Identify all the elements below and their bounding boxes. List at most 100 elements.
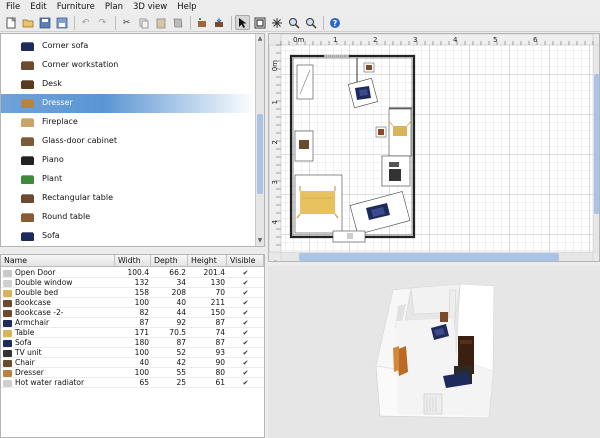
catalog-item[interactable]: Round table <box>1 208 256 227</box>
catalog-item[interactable]: Sofa <box>1 227 256 246</box>
paste-icon[interactable] <box>153 15 168 30</box>
cell-width: 65 <box>139 378 149 387</box>
visible-checkbox[interactable]: ✔ <box>243 308 249 318</box>
visible-checkbox[interactable]: ✔ <box>243 328 249 338</box>
chair-item-small[interactable] <box>375 126 387 138</box>
undo-icon[interactable]: ↶ <box>78 15 93 30</box>
column-visible[interactable]: Visible <box>227 255 264 267</box>
catalog-item[interactable]: Corner workstation <box>1 56 256 75</box>
pan-mode-icon[interactable] <box>252 15 267 30</box>
catalog-item[interactable]: Desk <box>1 75 256 94</box>
tv-unit-item[interactable] <box>381 155 411 187</box>
cell-height: 150 <box>210 308 225 317</box>
chair-item[interactable] <box>363 62 375 73</box>
menu-edit[interactable]: Edit <box>25 0 51 14</box>
column-width[interactable]: Width <box>115 255 151 267</box>
table-row[interactable]: Chair 40 42 90 ✔ <box>1 358 264 368</box>
plan-vscroll-thumb[interactable] <box>594 74 600 214</box>
catalog-item[interactable]: Corner sofa <box>1 37 256 56</box>
catalog-scroll-thumb[interactable] <box>257 114 263 194</box>
column-depth[interactable]: Depth <box>151 255 188 267</box>
visible-checkbox[interactable]: ✔ <box>243 348 249 358</box>
furniture-thumbnail-icon <box>3 369 12 377</box>
catalog-item[interactable]: Glass-door cabinet <box>1 132 256 151</box>
create-walls-icon[interactable] <box>269 15 284 30</box>
table-row[interactable]: TV unit 100 52 93 ✔ <box>1 348 264 358</box>
redo-icon[interactable]: ↷ <box>95 15 110 30</box>
delete-icon[interactable] <box>170 15 185 30</box>
table-row[interactable]: Table 171 70.5 74 ✔ <box>1 328 264 338</box>
3d-view-canvas[interactable] <box>268 266 600 438</box>
catalog-item[interactable]: Piano <box>1 151 256 170</box>
help-icon[interactable]: ? <box>327 15 342 30</box>
menu-help[interactable]: Help <box>172 0 201 14</box>
catalog-item[interactable]: Dresser <box>1 94 256 113</box>
plan-hscroll-thumb[interactable] <box>299 253 559 261</box>
double-bed-item[interactable] <box>294 174 343 234</box>
column-height[interactable]: Height <box>188 255 227 267</box>
scroll-up-icon[interactable]: ▲ <box>256 35 264 43</box>
zoom-in-icon[interactable] <box>286 15 301 30</box>
hot-water-radiator-item[interactable] <box>332 230 366 243</box>
bookcase-item[interactable] <box>294 130 314 162</box>
visible-checkbox[interactable]: ✔ <box>243 368 249 378</box>
table-row[interactable]: Sofa 180 87 87 ✔ <box>1 338 264 348</box>
table-row[interactable]: Hot water radiator 65 25 61 ✔ <box>1 378 264 388</box>
table-item[interactable] <box>388 108 412 157</box>
visible-checkbox[interactable]: ✔ <box>243 338 249 348</box>
furniture-thumbnail-icon <box>3 279 12 287</box>
cell-visible: ✔ <box>227 318 264 328</box>
save-icon[interactable] <box>37 15 52 30</box>
visible-checkbox[interactable]: ✔ <box>243 288 249 298</box>
table-row[interactable]: Bookcase 100 40 211 ✔ <box>1 298 264 308</box>
menu-furniture[interactable]: Furniture <box>52 0 100 14</box>
table-row[interactable]: Open Door 100.4 66.2 201.4 ✔ <box>1 268 264 278</box>
table-row[interactable]: Double window 132 34 130 ✔ <box>1 278 264 288</box>
catalog-item[interactable]: Square coffee table <box>1 246 256 247</box>
table-row[interactable]: Bookcase -2- 82 44 150 ✔ <box>1 308 264 318</box>
cell-name-text: Bookcase -2- <box>15 308 64 317</box>
menu-3d-view[interactable]: 3D view <box>128 0 172 14</box>
zoom-out-icon[interactable] <box>303 15 318 30</box>
catalog-item[interactable]: Plant <box>1 170 256 189</box>
visible-checkbox[interactable]: ✔ <box>243 378 249 388</box>
import-furniture-icon[interactable] <box>211 15 226 30</box>
save-as-icon[interactable] <box>54 15 69 30</box>
select-mode-icon[interactable] <box>235 15 250 30</box>
toolbar-separator <box>190 15 191 30</box>
catalog-scrollbar[interactable]: ▲ ▼ <box>255 34 264 246</box>
cell-visible: ✔ <box>227 268 264 278</box>
cell-height: 61 <box>215 378 225 387</box>
open-icon[interactable] <box>20 15 35 30</box>
furniture-catalog-tree[interactable]: Corner sofa Corner workstation Desk Dresser… <box>0 33 265 247</box>
visible-checkbox[interactable]: ✔ <box>243 278 249 288</box>
new-home-icon[interactable] <box>3 15 18 30</box>
visible-checkbox[interactable]: ✔ <box>243 358 249 368</box>
catalog-item-label: Piano <box>42 155 64 164</box>
cell-depth: 208 <box>171 288 186 297</box>
3d-chair <box>440 312 448 322</box>
menu-file[interactable]: File <box>0 0 25 14</box>
cut-icon[interactable]: ✂ <box>119 15 134 30</box>
table-row[interactable]: Double bed 158 208 70 ✔ <box>1 288 264 298</box>
open-door-item[interactable] <box>296 64 314 100</box>
cell-depth: 66.2 <box>169 268 186 277</box>
menu-plan[interactable]: Plan <box>100 0 128 14</box>
ruler-top-label: 3 <box>413 36 417 44</box>
visible-checkbox[interactable]: ✔ <box>243 268 249 278</box>
copy-icon[interactable] <box>136 15 151 30</box>
3d-view[interactable] <box>268 266 600 438</box>
table-row[interactable]: Dresser 100 55 80 ✔ <box>1 368 264 378</box>
catalog-item[interactable]: Rectangular table <box>1 189 256 208</box>
plan-view[interactable]: 0m123456 0m123456 <box>268 33 600 262</box>
column-name[interactable]: Name <box>1 255 115 267</box>
visible-checkbox[interactable]: ✔ <box>243 318 249 328</box>
add-furniture-icon[interactable] <box>194 15 209 30</box>
scroll-down-icon[interactable]: ▼ <box>256 237 264 245</box>
table-row[interactable]: Armchair 87 92 87 ✔ <box>1 318 264 328</box>
visible-checkbox[interactable]: ✔ <box>243 298 249 308</box>
catalog-item[interactable]: Fireplace <box>1 113 256 132</box>
home-furniture-table[interactable]: Name Width Depth Height Visible Open Doo… <box>0 254 265 438</box>
plan-canvas[interactable]: 0m123456 0m123456 <box>269 34 600 262</box>
cell-name-text: Dresser <box>15 368 44 377</box>
